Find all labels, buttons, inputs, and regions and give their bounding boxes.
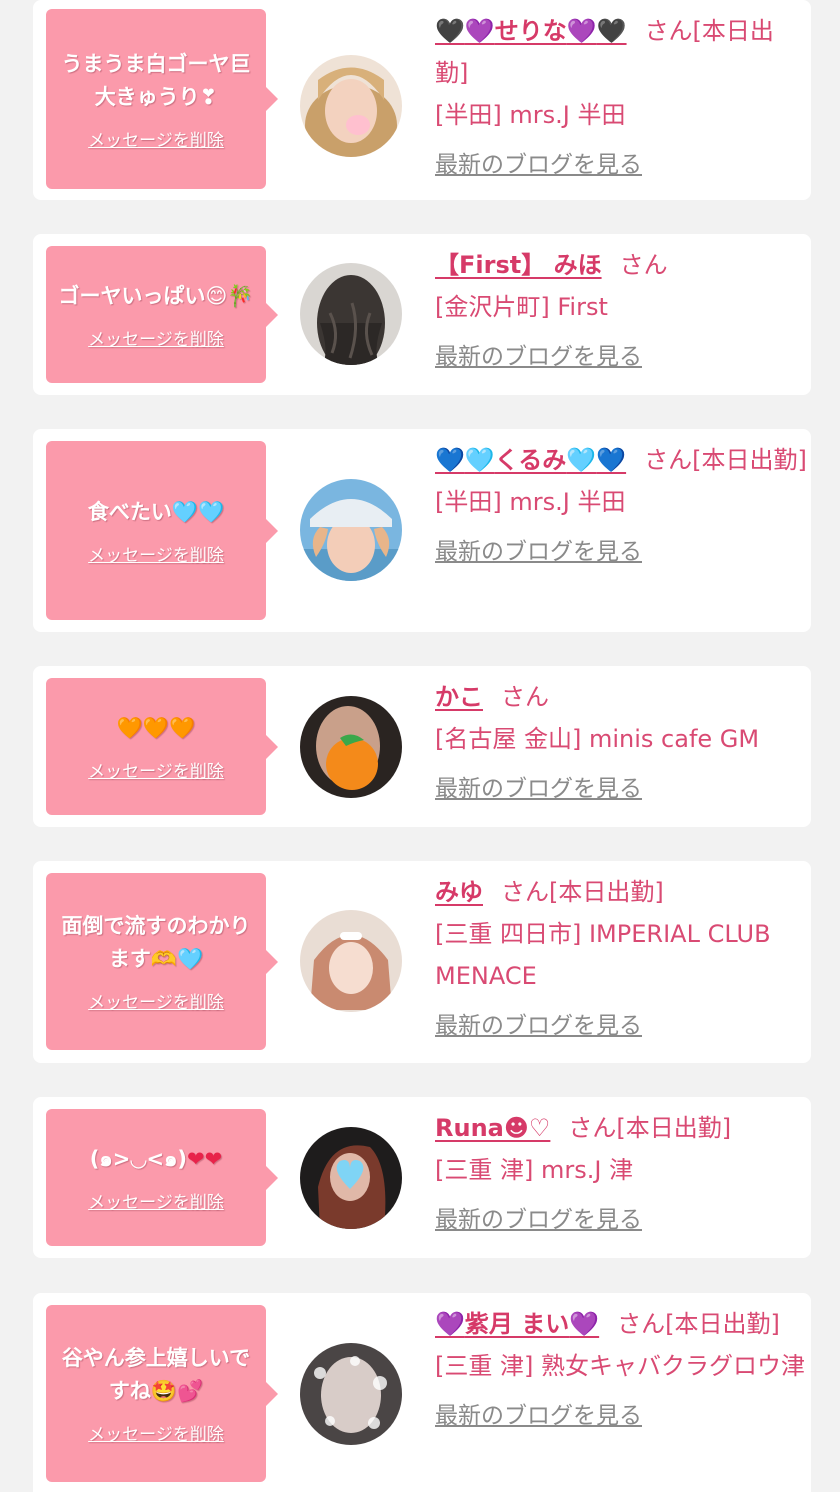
sender-name-link[interactable]: 【First】 みほ (435, 251, 602, 279)
avatar[interactable] (300, 1343, 402, 1445)
sender-info: 🖤💜せりな💜🖤 さん[本日出勤] [半田] mrs.J 半田 最新のブログを見る (435, 10, 807, 186)
shop-name: [三重 津] mrs.J 津 (435, 1156, 634, 1184)
message-card: うまうま白ゴーヤ巨大きゅうり❣ メッセージを削除 🖤💜せりな💜🖤 さん[本日出勤]… (33, 0, 811, 200)
message-bubble: 食べたい🩵🩵 メッセージを削除 (46, 441, 278, 620)
message-text: 面倒で流すのわかります🫶🩵 (61, 914, 251, 971)
latest-blog-link[interactable]: 最新のブログを見る (435, 1395, 642, 1437)
avatar[interactable] (300, 479, 402, 581)
message-bubble: 面倒で流すのわかります🫶🩵 メッセージを削除 (46, 873, 278, 1050)
latest-blog-link[interactable]: 最新のブログを見る (435, 144, 642, 186)
message-card: 食べたい🩵🩵 メッセージを削除 💙🩵くるみ🩵💙 さん[本日出勤] [半田] mrs… (33, 429, 811, 632)
sender-info: 💜紫月 まい💜 さん[本日出勤] [三重 津] 熟女キャバクラグロウ津 最新のブロ… (435, 1303, 807, 1437)
message-bubble: 🧡🧡🧡 メッセージを削除 (46, 678, 278, 815)
sender-info: 💙🩵くるみ🩵💙 さん[本日出勤] [半田] mrs.J 半田 最新のブログを見る (435, 439, 807, 573)
avatar[interactable] (300, 910, 402, 1012)
shop-name: [名古屋 金山] minis cafe GM (435, 725, 760, 753)
sender-name-link[interactable]: みゆ (435, 878, 483, 906)
latest-blog-link[interactable]: 最新のブログを見る (435, 336, 642, 378)
delete-message-link[interactable]: メッセージを削除 (88, 325, 224, 350)
message-text: 🧡🧡🧡 (116, 715, 196, 740)
shop-name: [半田] mrs.J 半田 (435, 101, 626, 129)
shop-name: [金沢片町] First (435, 293, 608, 321)
sender-suffix: さん[本日出勤] (617, 1310, 780, 1338)
avatar[interactable] (300, 1127, 402, 1229)
sender-name-link[interactable]: 💙🩵くるみ🩵💙 (435, 446, 626, 474)
delete-message-link[interactable]: メッセージを削除 (88, 1188, 224, 1213)
shop-name: [三重 四日市] IMPERIAL CLUB MENACE (435, 920, 771, 990)
sender-name-link[interactable]: かこ (435, 683, 483, 711)
delete-message-link[interactable]: メッセージを削除 (88, 988, 224, 1013)
sender-suffix: さん (501, 683, 549, 711)
latest-blog-link[interactable]: 最新のブログを見る (435, 768, 642, 810)
sender-suffix: さん (619, 251, 668, 279)
message-card: 🧡🧡🧡 メッセージを削除 かこ さん [名古屋 金山] minis cafe GM… (33, 666, 811, 827)
message-text: うまうま白ゴーヤ巨大きゅうり❣ (61, 51, 251, 109)
message-text: 谷やん参上嬉しいですね🤩💕 (61, 1346, 251, 1403)
sender-info: かこ さん [名古屋 金山] minis cafe GM 最新のブログを見る (435, 676, 807, 810)
latest-blog-link[interactable]: 最新のブログを見る (435, 1199, 642, 1241)
message-list: うまうま白ゴーヤ巨大きゅうり❣ メッセージを削除 🖤💜せりな💜🖤 さん[本日出勤]… (0, 0, 840, 1492)
sender-name-link[interactable]: 💜紫月 まい💜 (435, 1310, 599, 1338)
latest-blog-link[interactable]: 最新のブログを見る (435, 531, 642, 573)
message-text: ゴーヤいっぱい😊🎋 (58, 283, 254, 308)
delete-message-link[interactable]: メッセージを削除 (88, 541, 224, 566)
sender-info: 【First】 みほ さん [金沢片町] First 最新のブログを見る (435, 244, 807, 378)
message-card: ゴーヤいっぱい😊🎋 メッセージを削除 【First】 みほ さん [金沢片町] F… (33, 234, 811, 395)
shop-name: [三重 津] 熟女キャバクラグロウ津 (435, 1352, 805, 1380)
sender-info: みゆ さん[本日出勤] [三重 四日市] IMPERIAL CLUB MENACE… (435, 871, 807, 1047)
delete-message-link[interactable]: メッセージを削除 (88, 757, 224, 782)
delete-message-link[interactable]: メッセージを削除 (88, 1420, 224, 1445)
message-bubble: (๑>◡<๑)❤❤ メッセージを削除 (46, 1109, 278, 1246)
sender-info: Runa☻♡ さん[本日出勤] [三重 津] mrs.J 津 最新のブログを見る (435, 1107, 807, 1241)
message-bubble: 谷やん参上嬉しいですね🤩💕 メッセージを削除 (46, 1305, 278, 1482)
message-bubble: ゴーヤいっぱい😊🎋 メッセージを削除 (46, 246, 278, 383)
message-text: (๑>◡<๑)❤❤ (89, 1146, 223, 1171)
message-card: 面倒で流すのわかります🫶🩵 メッセージを削除 みゆ さん[本日出勤] [三重 四日… (33, 861, 811, 1063)
sender-suffix: さん[本日出勤] (568, 1114, 732, 1142)
sender-name-link[interactable]: Runa☻♡ (435, 1114, 550, 1142)
message-card: (๑>◡<๑)❤❤ メッセージを削除 Runa☻♡ さん[本日出勤] [三重 津]… (33, 1097, 811, 1258)
avatar[interactable] (300, 263, 402, 365)
message-bubble: うまうま白ゴーヤ巨大きゅうり❣ メッセージを削除 (46, 9, 278, 189)
sender-suffix: さん[本日出勤] (644, 446, 807, 474)
avatar[interactable] (300, 55, 402, 157)
delete-message-link[interactable]: メッセージを削除 (88, 126, 224, 151)
avatar[interactable] (300, 696, 402, 798)
sender-name-link[interactable]: 🖤💜せりな💜🖤 (435, 17, 627, 45)
message-text: 食べたい🩵🩵 (87, 499, 225, 524)
shop-name: [半田] mrs.J 半田 (435, 488, 626, 516)
message-card: 谷やん参上嬉しいですね🤩💕 メッセージを削除 💜紫月 まい💜 さん[本日出勤] [… (33, 1293, 811, 1492)
sender-suffix: さん[本日出勤] (501, 878, 664, 906)
latest-blog-link[interactable]: 最新のブログを見る (435, 1005, 642, 1047)
